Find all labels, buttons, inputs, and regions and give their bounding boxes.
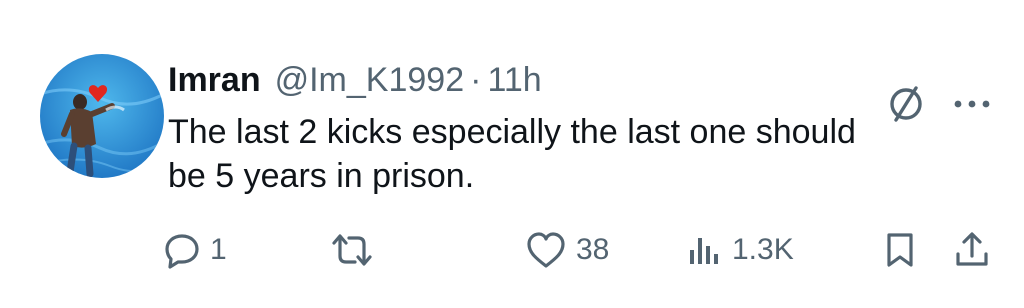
reply-button[interactable]: 1 <box>162 226 227 274</box>
tweet-text: The last 2 kicks especially the last one… <box>168 113 856 195</box>
author-display-name[interactable]: Imran <box>168 58 261 102</box>
avatar[interactable] <box>40 54 164 178</box>
views-button[interactable]: 1.3K <box>684 226 794 274</box>
bookmark-icon <box>880 230 920 270</box>
tweet-header: Imran @Im_K1992 · 11h <box>168 58 542 102</box>
tweet[interactable]: Imran @Im_K1992 · 11h The last 2 kicks e… <box>0 0 1024 308</box>
retweet-button[interactable] <box>328 226 384 274</box>
bookmark-button[interactable] <box>880 226 920 274</box>
like-button[interactable]: 38 <box>524 226 609 274</box>
share-icon <box>952 230 992 270</box>
reply-icon <box>162 230 202 270</box>
views-count: 1.3K <box>732 233 794 266</box>
tweet-actions: 1 38 1.3K <box>0 226 1024 276</box>
separator-dot: · <box>470 61 482 99</box>
like-count: 38 <box>576 233 610 266</box>
reply-count: 1 <box>210 233 227 266</box>
heart-icon <box>524 230 568 270</box>
timestamp[interactable]: 11h <box>487 58 541 102</box>
retweet-icon <box>328 230 376 270</box>
author-handle[interactable]: @Im_K1992 <box>275 58 465 102</box>
views-icon <box>684 230 724 270</box>
share-button[interactable] <box>952 226 992 274</box>
